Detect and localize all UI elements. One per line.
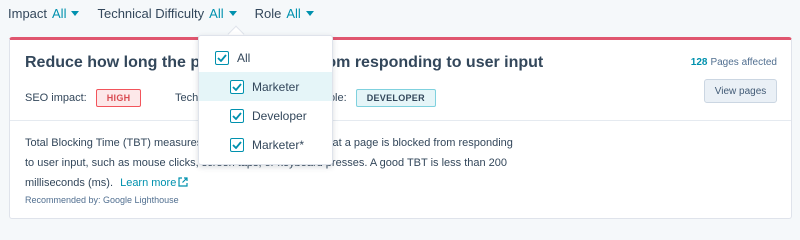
role-badge: DEVELOPER — [355, 89, 436, 107]
impact-filter[interactable]: Impact All — [8, 5, 80, 21]
role-filter-value[interactable]: All — [286, 6, 300, 21]
learn-more-label[interactable]: Learn more — [120, 177, 176, 189]
impact-filter-value[interactable]: All — [52, 6, 66, 21]
seo-impact: SEO impact: HIGH — [25, 88, 142, 108]
difficulty-filter-label: Technical Difficulty — [97, 5, 205, 21]
role-option-marketer-alt[interactable]: Marketer* — [199, 130, 332, 159]
view-pages-button[interactable]: View pages — [704, 79, 777, 103]
difficulty-filter[interactable]: Technical Difficulty All — [97, 5, 237, 21]
role-option-label: Marketer — [252, 79, 300, 94]
checkbox-checked-icon[interactable] — [215, 50, 229, 65]
filter-bar: Impact All Technical Difficulty All Role… — [8, 5, 332, 21]
learn-more-link[interactable]: Learn more — [120, 177, 188, 189]
difficulty-filter-value[interactable]: All — [209, 6, 223, 21]
pages-affected-label: Pages affected — [710, 57, 777, 68]
seo-impact-label: SEO impact: — [25, 92, 87, 104]
pages-affected: 128 Pages affected — [691, 57, 777, 68]
checkbox-checked-icon[interactable] — [230, 108, 244, 123]
role-option-all[interactable]: All — [199, 43, 332, 72]
card-divider — [10, 120, 791, 121]
role-filter-label: Role — [254, 5, 282, 21]
impact-filter-label: Impact — [8, 5, 48, 21]
checkbox-checked-icon[interactable] — [230, 137, 244, 152]
external-link-icon[interactable] — [178, 177, 188, 187]
role-dropdown-menu: All Marketer Developer Marketer* — [198, 35, 333, 165]
recommended-by: Recommended by: Google Lighthouse — [25, 195, 179, 205]
role-option-marketer[interactable]: Marketer — [199, 72, 332, 101]
role-option-developer[interactable]: Developer — [199, 101, 332, 130]
checkbox-checked-icon[interactable] — [230, 79, 244, 94]
role-filter[interactable]: Role All — [255, 6, 314, 21]
role-option-label: All — [237, 50, 251, 65]
role-option-label: Marketer* — [252, 137, 305, 152]
role-option-label: Developer — [252, 108, 307, 123]
seo-impact-badge: HIGH — [95, 89, 142, 107]
pages-affected-count: 128 — [690, 57, 708, 68]
recommendation-card: Reduce how long the page is blocked from… — [9, 37, 792, 219]
chevron-down-icon[interactable] — [71, 10, 80, 16]
chevron-down-icon[interactable] — [305, 10, 314, 16]
chevron-down-icon[interactable] — [228, 10, 237, 16]
role-meta: Role: DEVELOPER — [321, 88, 436, 108]
